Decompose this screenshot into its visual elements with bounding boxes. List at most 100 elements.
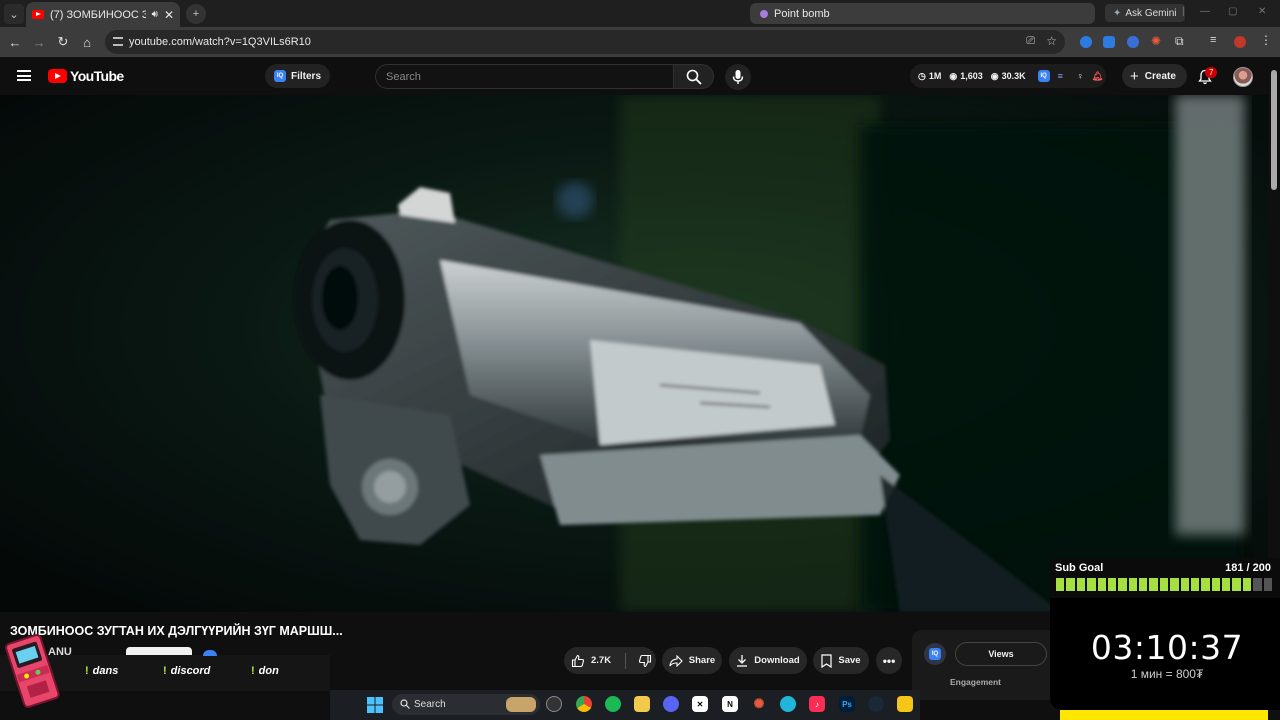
views-tab[interactable]: Views [955,642,1047,666]
channel-stats-bar: ◷ 1M ◉ 1,603 ◉ 30.3K IQ ≡ ♀ 🔔︎ [910,64,1106,88]
close-icon[interactable]: ✕ [164,8,174,22]
forward-arrow-icon[interactable]: → [31,34,47,50]
tab-title: Point bomb [774,7,830,20]
create-button[interactable]: + Create [1122,64,1187,88]
tab-active[interactable]: (7) ЗОМБИНООС ЗУГТАН И 🔊︎ ✕ [26,2,180,27]
iq-icon[interactable]: IQ [1037,70,1050,82]
photoshop-icon[interactable]: Ps [839,696,855,712]
engagement-tab[interactable]: Engagement [950,677,1001,687]
scrollbar-thumb[interactable] [1271,70,1277,190]
microphone-icon [732,70,744,84]
discord-icon[interactable] [663,696,679,712]
more-menu-icon[interactable]: ⋮ [1260,33,1272,47]
plus-icon: + [192,8,200,20]
search-input[interactable] [376,65,673,88]
capcut-icon[interactable]: ✕ [692,696,708,712]
like-button[interactable]: 2.7K [571,654,611,668]
search-button[interactable] [673,64,714,89]
bookmark-star-icon[interactable]: ☆ [1046,34,1057,48]
save-label: Save [838,655,861,666]
progress-segment-filled [1056,578,1065,591]
bell-alert-icon[interactable]: 🔔︎ [1092,71,1103,82]
spotify-icon[interactable] [605,696,621,712]
music-icon[interactable]: ♪ [809,696,825,712]
sub-goal-count: 181 / 200 [1225,562,1271,574]
progress-segment-filled [1159,578,1169,591]
extension-icon[interactable] [1103,36,1115,48]
progress-segment-filled [1066,578,1075,591]
windows-start-icon[interactable] [367,697,383,713]
share-button[interactable]: Share [662,647,722,674]
install-app-icon[interactable]: ⎚ [1026,35,1035,48]
list-icon[interactable]: ≡ [1058,71,1063,81]
search-icon [686,69,702,85]
search-input-container [375,64,673,89]
progress-segment-empty [1253,578,1262,591]
chrome-icon[interactable] [576,696,592,712]
taskbar-search[interactable]: Search [392,694,540,715]
speaker-icon[interactable]: 🔊︎ [152,9,158,20]
thumbs-down-icon[interactable] [638,654,652,668]
divider: | [1182,6,1185,17]
extensions-puzzle-icon[interactable]: ⧉ [1175,34,1187,48]
maximize-icon[interactable]: ▢ [1228,6,1237,17]
back-arrow-icon[interactable]: ← [7,34,23,50]
thumbs-up-icon [571,654,585,667]
clock-icon: ◷ [918,70,926,81]
download-button[interactable]: Download [729,647,807,674]
divider [625,652,627,669]
video-player[interactable] [0,95,1268,612]
youtube-favicon-icon [32,10,44,19]
progress-segment-filled [1201,578,1210,591]
voice-search-button[interactable] [725,64,751,90]
minimize-icon[interactable]: — [1200,6,1210,17]
more-actions-button[interactable]: ••• [876,647,902,674]
menu-icon[interactable] [17,70,31,81]
new-tab-button[interactable]: + [186,4,206,24]
steam-icon[interactable] [868,696,884,712]
subscribers-stat: ◷ 1M [918,71,941,82]
avatar[interactable] [1233,67,1253,87]
download-label: Download [754,655,800,666]
address-bar[interactable]: youtube.com/watch?v=1Q3VILs6R10 ⎚ ☆ [105,30,1065,54]
progress-segment-filled [1118,578,1127,591]
reload-icon[interactable]: ↻ [55,34,71,50]
progress-segment-filled [1211,578,1220,591]
timer-rate: 1 мин = 800₮ [1130,667,1204,681]
edge-icon[interactable] [780,696,796,712]
sub-goal-label: Sub Goal [1055,562,1104,574]
plus-icon: + [1130,67,1139,85]
like-dislike-group: 2.7K [564,647,656,674]
file-explorer-icon[interactable] [634,696,650,712]
tab-point-bomb[interactable]: Point bomb [750,3,1095,24]
save-button[interactable]: Save [813,647,869,674]
extension-burst-icon[interactable]: ✺ [1151,34,1163,48]
countdown-timer: 03:10:37 [1090,628,1244,667]
iq-icon [203,650,217,656]
home-icon[interactable]: ⌂ [79,34,95,50]
filters-button[interactable]: IQ Filters [265,64,331,88]
iq-panel-button[interactable]: IQ [924,643,946,665]
profile-icon[interactable] [1234,36,1246,48]
site-info-icon[interactable] [113,37,123,46]
progress-segment-filled [1128,578,1137,591]
ask-gemini-button[interactable]: ✦ Ask Gemini [1105,4,1185,22]
media-queue-icon[interactable]: ≡ [1210,34,1222,46]
award-icon[interactable]: ♀ [1077,71,1084,81]
extension-icon[interactable] [1080,36,1092,48]
burst-app-icon[interactable]: ✺ [751,696,767,712]
exclamation-icon: ! [163,665,167,677]
app-icon[interactable] [546,696,562,712]
window-close-icon[interactable]: ✕ [1258,6,1266,17]
pinned-app-icon[interactable] [897,696,913,712]
tab-search-button[interactable]: ⌄ [4,4,24,24]
views-stat: ◉ 1,603 [949,71,982,82]
progress-segment-filled [1222,578,1231,591]
subscribe-button[interactable] [126,647,192,655]
extension-icon[interactable] [1127,36,1139,48]
youtube-logo[interactable]: YouTube [48,68,124,84]
notion-icon[interactable]: N [722,696,738,712]
download-icon [737,655,748,667]
arcade-machine-icon [5,634,60,708]
progress-segment-filled [1242,578,1252,591]
